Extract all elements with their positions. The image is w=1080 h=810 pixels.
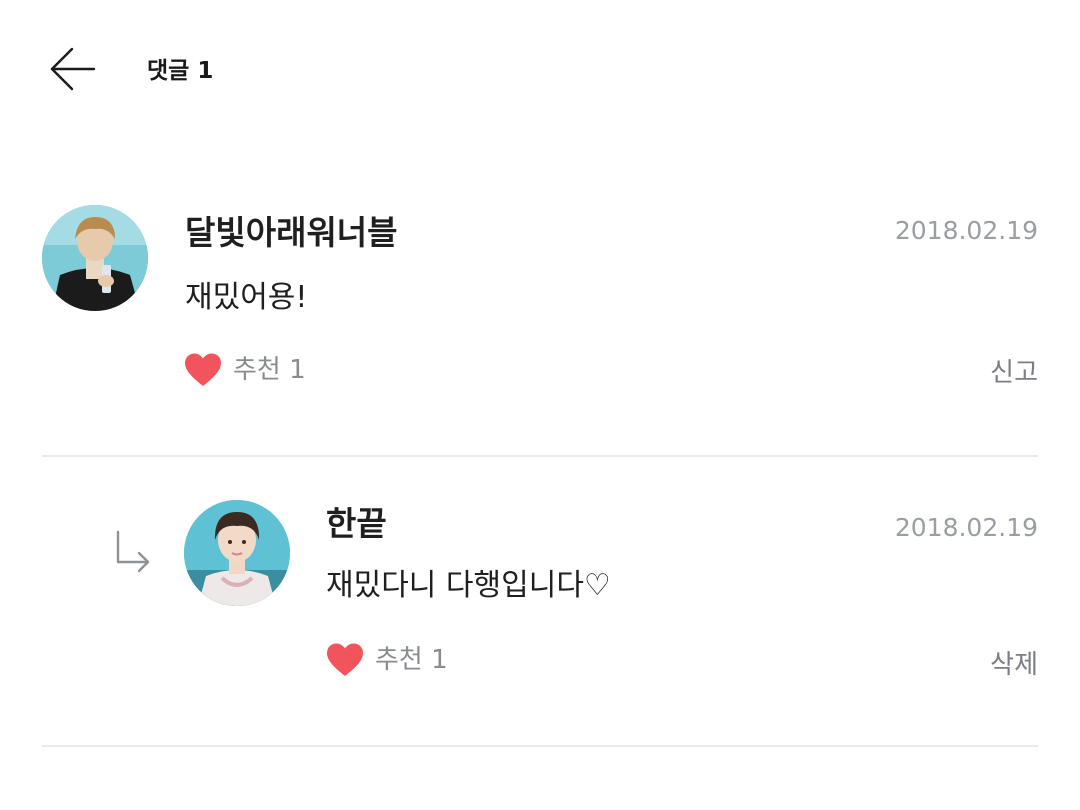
reply-arrow-icon	[116, 530, 150, 573]
avatar-image	[184, 500, 290, 606]
reply-username[interactable]: 한끝	[326, 504, 387, 544]
like-button[interactable]: 추천 1	[325, 642, 448, 678]
comment-date: 2018.02.19	[894, 216, 1038, 245]
heart-icon	[327, 643, 363, 676]
like-button[interactable]: 추천 1	[183, 352, 306, 388]
avatar-image	[42, 205, 148, 311]
like-count: 추천 1	[375, 645, 448, 675]
top-bar: 댓글 1	[0, 0, 1080, 140]
arrow-left-icon	[50, 47, 96, 91]
back-button[interactable]	[44, 42, 100, 98]
comment-username[interactable]: 달빛아래워너블	[185, 213, 398, 253]
user-avatar[interactable]	[42, 205, 148, 311]
reply-date: 2018.02.19	[894, 513, 1038, 542]
divider	[42, 455, 1038, 457]
heart-icon	[185, 353, 221, 386]
comment-text: 재밌어용!	[185, 280, 308, 315]
user-avatar[interactable]	[184, 500, 290, 606]
page-title: 댓글 1	[147, 58, 214, 84]
like-count: 추천 1	[233, 355, 306, 385]
reply-text: 재밌다니 다행입니다♡	[326, 568, 611, 603]
delete-button[interactable]: 삭제	[990, 650, 1038, 680]
report-button[interactable]: 신고	[990, 358, 1038, 388]
divider	[42, 745, 1038, 747]
